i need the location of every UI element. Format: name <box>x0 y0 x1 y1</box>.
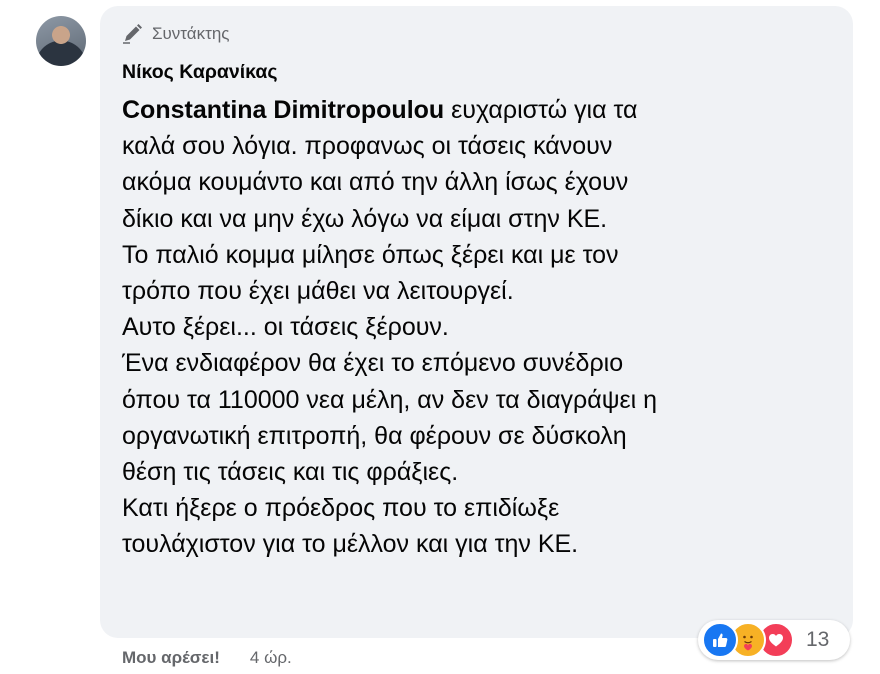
author-badge: Συντάκτης <box>122 24 229 44</box>
comment-line: ακόμα κουμάντο και από την άλλη ίσως έχο… <box>122 168 629 197</box>
author-avatar[interactable] <box>36 16 86 66</box>
pen-icon <box>123 24 142 44</box>
comment-line: όπου τα 110000 νεα μέλη, αν δεν τα διαγρ… <box>122 385 658 414</box>
comment-line: Αυτο ξέρει... οι τάσεις ξέρουν. <box>122 313 449 342</box>
author-name[interactable]: Νίκος Καρανίκας <box>122 61 278 84</box>
comment-line: θέση τις τάσεις και τις φράξιες. <box>122 458 459 487</box>
comment-text-segment: ευχαριστώ για τα <box>444 96 638 124</box>
care-icon <box>738 629 758 651</box>
comment-line: τρόπο που έχει μάθει να λειτουργεί. <box>122 277 514 306</box>
comment-line: δίκιο και να μην έχω λόγω να είμαι στην … <box>122 204 608 233</box>
mention-link[interactable]: Constantina Dimitropoulou <box>122 96 444 124</box>
like-reaction-icon <box>702 622 738 658</box>
comment-timestamp[interactable]: 4 ώρ. <box>250 648 292 668</box>
comment-line: καλά σου λόγια. προφανως οι τάσεις κάνου… <box>122 132 613 161</box>
like-icon <box>713 633 728 647</box>
comment-line: τουλάχιστον για το μέλλον και για την ΚΕ… <box>122 530 579 559</box>
comment-line: Το παλιό κομμα μίλησε όπως ξέρει και με … <box>122 240 619 269</box>
comment-line: οργανωτική επιτροπή, θα φέρουν σε δύσκολ… <box>122 421 627 450</box>
comment-first-line: Constantina Dimitropoulou ευχαριστώ για … <box>122 92 842 128</box>
reactions-summary[interactable]: 13 <box>698 620 850 660</box>
comment-text: Constantina Dimitropoulou ευχαριστώ για … <box>122 92 842 563</box>
comment-line: Κατι ήξερε ο πρόεδρος που το επιδίωξε <box>122 494 560 523</box>
comment-line: Ένα ενδιαφέρον θα έχει το επόμενο συνέδρ… <box>122 349 624 378</box>
badge-label: Συντάκτης <box>152 24 230 43</box>
love-icon <box>769 634 783 647</box>
like-button[interactable]: Μου αρέσει! <box>122 648 220 668</box>
reaction-count: 13 <box>806 628 830 651</box>
comment-actions: Μου αρέσει! 4 ώρ. <box>122 648 292 668</box>
